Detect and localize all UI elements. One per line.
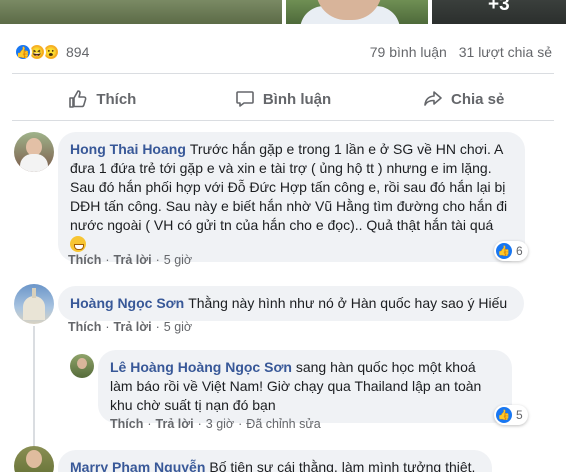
comment-meta: Thích · Trả lời · 3 giờ · Đã chỉnh sửa bbox=[110, 417, 321, 431]
comment-time[interactable]: 3 giờ bbox=[206, 417, 234, 431]
avatar[interactable] bbox=[70, 354, 94, 378]
comment-button-label: Bình luận bbox=[262, 90, 332, 108]
comment-author[interactable]: Lê Hoàng bbox=[110, 359, 174, 375]
comment-like-link[interactable]: Thích bbox=[68, 253, 101, 267]
share-arrow-icon bbox=[424, 91, 442, 106]
post-stats: 79 bình luận 31 lượt chia sẻ bbox=[370, 44, 552, 60]
like-button-label: Thích bbox=[96, 90, 137, 108]
comment-reply-link[interactable]: Trả lời bbox=[156, 417, 194, 431]
post-photo-strip: +3 bbox=[0, 0, 566, 28]
avatar[interactable] bbox=[14, 132, 54, 172]
comment-text: Bố tiên sư cái thằng, làm mình tưởng thi… bbox=[209, 459, 476, 472]
avatar[interactable] bbox=[14, 284, 54, 324]
avatar[interactable] bbox=[14, 446, 54, 472]
comment-author[interactable]: Marry Phạm Nguyễn bbox=[70, 459, 205, 472]
like-icon: 👍 bbox=[496, 243, 512, 259]
speech-bubble-icon bbox=[236, 91, 254, 107]
divider bbox=[12, 73, 554, 74]
comment bbox=[14, 284, 54, 324]
comment-like-link[interactable]: Thích bbox=[110, 417, 143, 431]
reply-comment bbox=[70, 354, 94, 378]
comment-reaction-badge[interactable]: 👍 5 bbox=[494, 405, 528, 425]
reaction-count: 894 bbox=[66, 44, 90, 60]
comment-reaction-count: 5 bbox=[516, 408, 523, 422]
divider bbox=[12, 120, 554, 121]
post-photo-2[interactable] bbox=[286, 0, 428, 24]
comment-reply-link[interactable]: Trả lời bbox=[114, 253, 152, 267]
like-button[interactable]: Thích bbox=[12, 80, 193, 118]
comment-bubble: Lê Hoàng Hoàng Ngọc Sơn sang hàn quốc học… bbox=[98, 350, 512, 423]
comment-author[interactable]: Hong Thai Hoang bbox=[70, 141, 186, 157]
more-photos-count: +3 bbox=[488, 0, 510, 15]
thread-line bbox=[33, 326, 35, 446]
comment-reaction-badge[interactable]: 👍 6 bbox=[494, 241, 528, 261]
comment-like-link[interactable]: Thích bbox=[68, 320, 101, 334]
comment-time[interactable]: 5 giờ bbox=[164, 320, 192, 334]
comment-reply-link[interactable]: Trả lời bbox=[114, 320, 152, 334]
comment-edited-label[interactable]: Đã chỉnh sửa bbox=[246, 417, 320, 431]
comment-mention[interactable]: Hoàng Ngọc Sơn bbox=[178, 359, 292, 375]
share-button[interactable]: Chia sẻ bbox=[373, 80, 554, 118]
like-icon: 👍 bbox=[496, 407, 512, 423]
post-photo-1[interactable] bbox=[0, 0, 282, 24]
comment-bubble: Hong Thai Hoang Trước hắn gặp e trong 1 l… bbox=[58, 132, 525, 262]
reaction-summary[interactable]: 👍 😆 😮 894 bbox=[14, 40, 89, 64]
share-button-label: Chia sẻ bbox=[451, 90, 505, 108]
comment-text: Thằng này hình như nó ở Hàn quốc hay sao… bbox=[188, 295, 508, 311]
comment-bubble: Hoàng Ngọc Sơn Thằng này hình như nó ở Hà… bbox=[58, 286, 524, 321]
comment bbox=[14, 446, 54, 472]
comment bbox=[14, 132, 54, 172]
shares-count-link[interactable]: 31 lượt chia sẻ bbox=[459, 44, 552, 60]
post-action-bar: Thích Bình luận Chia sẻ bbox=[12, 80, 554, 118]
comments-count-link[interactable]: 79 bình luận bbox=[370, 44, 447, 60]
post-photo-more[interactable]: +3 bbox=[432, 0, 566, 24]
like-icon: 👍 bbox=[14, 43, 32, 61]
thumbs-up-icon bbox=[69, 90, 87, 108]
comment-meta: Thích · Trả lời · 5 giờ bbox=[68, 253, 193, 267]
grinning-emoji-icon bbox=[70, 236, 86, 252]
comment-button[interactable]: Bình luận bbox=[193, 80, 374, 118]
comment-time[interactable]: 5 giờ bbox=[164, 253, 192, 267]
comment-reaction-count: 6 bbox=[516, 244, 523, 258]
comment-author[interactable]: Hoàng Ngọc Sơn bbox=[70, 295, 184, 311]
comment-bubble: Marry Phạm Nguyễn Bố tiên sư cái thằng, l… bbox=[58, 450, 492, 472]
comment-meta: Thích · Trả lời · 5 giờ bbox=[68, 320, 193, 334]
